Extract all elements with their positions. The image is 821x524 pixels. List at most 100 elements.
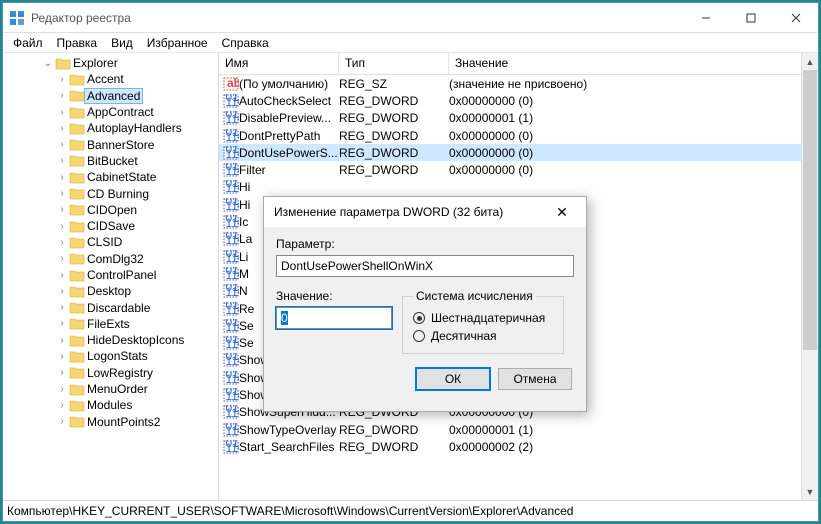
tree-pane[interactable]: ⌄Explorer›Accent›Advanced›AppContract›Au… (3, 53, 219, 500)
chevron-right-icon[interactable]: › (55, 172, 69, 183)
minimize-button[interactable] (683, 3, 728, 32)
maximize-button[interactable] (728, 3, 773, 32)
dialog-close-button[interactable]: ✕ (542, 204, 582, 221)
tree-item[interactable]: ›BannerStore (13, 136, 218, 152)
chevron-right-icon[interactable]: › (55, 237, 69, 248)
list-row[interactable]: 011110Hi (219, 179, 818, 196)
list-row[interactable]: 011110ShowTypeOverlayREG_DWORD0x00000001… (219, 421, 818, 438)
chevron-right-icon[interactable]: › (55, 123, 69, 134)
list-row[interactable]: 011110FilterREG_DWORD0x00000000 (0) (219, 161, 818, 178)
tree-item[interactable]: ›MountPoints2 (13, 414, 218, 430)
chevron-right-icon[interactable]: › (55, 74, 69, 85)
cell-value: 0x00000001 (1) (449, 111, 818, 125)
tree-item[interactable]: ›Discardable (13, 299, 218, 315)
tree-item[interactable]: ›CabinetState (13, 169, 218, 185)
tree-item[interactable]: ›FileExts (13, 316, 218, 332)
folder-icon (69, 268, 85, 282)
col-type[interactable]: Тип (339, 53, 449, 74)
list-row[interactable]: 011110Start_SearchFilesREG_DWORD0x000000… (219, 438, 818, 455)
col-name[interactable]: Имя (219, 53, 339, 74)
chevron-right-icon[interactable]: › (55, 318, 69, 329)
chevron-right-icon[interactable]: › (55, 204, 69, 215)
tree-item[interactable]: ›ComDlg32 (13, 251, 218, 267)
scroll-down-icon[interactable]: ▼ (802, 483, 818, 500)
chevron-right-icon[interactable]: › (55, 188, 69, 199)
chevron-right-icon[interactable]: › (55, 367, 69, 378)
folder-icon (69, 333, 85, 347)
tree-item[interactable]: ›ControlPanel (13, 267, 218, 283)
radio-hex[interactable]: Шестнадцатеричная (413, 309, 553, 327)
cancel-button[interactable]: Отмена (498, 368, 572, 390)
binary-value-icon: 011110 (219, 232, 239, 246)
list-row[interactable]: 011110AutoCheckSelectREG_DWORD0x00000000… (219, 92, 818, 109)
tree-item[interactable]: ›Modules (13, 397, 218, 413)
cell-type: REG_DWORD (339, 129, 449, 143)
menu-view[interactable]: Вид (105, 36, 139, 50)
window-title: Редактор реестра (31, 11, 683, 25)
tree-item[interactable]: ›Accent (13, 71, 218, 87)
folder-icon (69, 170, 85, 184)
chevron-right-icon[interactable]: › (55, 90, 69, 101)
tree-item[interactable]: ›CLSID (13, 234, 218, 250)
tree-item[interactable]: ›BitBucket (13, 153, 218, 169)
tree-item[interactable]: ›Advanced (13, 88, 218, 104)
chevron-right-icon[interactable]: › (55, 335, 69, 346)
folder-icon (69, 415, 85, 429)
col-value[interactable]: Значение (449, 53, 818, 74)
list-row[interactable]: 011110DisablePreview...REG_DWORD0x000000… (219, 110, 818, 127)
cell-name: Filter (239, 163, 339, 177)
group-label: Система исчисления (413, 289, 536, 303)
chevron-right-icon[interactable]: › (55, 302, 69, 313)
list-row[interactable]: 011110DontPrettyPathREG_DWORD0x00000000 … (219, 127, 818, 144)
chevron-right-icon[interactable]: › (55, 416, 69, 427)
chevron-right-icon[interactable]: › (55, 107, 69, 118)
chevron-right-icon[interactable]: › (55, 351, 69, 362)
list-row[interactable]: ab(По умолчанию)REG_SZ(значение не присв… (219, 75, 818, 92)
tree-item[interactable]: ›HideDesktopIcons (13, 332, 218, 348)
tree-item[interactable]: ›CIDOpen (13, 202, 218, 218)
cell-type: REG_DWORD (339, 440, 449, 454)
ok-button[interactable]: ОК (416, 368, 490, 390)
tree-item[interactable]: ›AppContract (13, 104, 218, 120)
menu-file[interactable]: Файл (7, 36, 49, 50)
chevron-right-icon[interactable]: › (55, 155, 69, 166)
chevron-right-icon[interactable]: › (55, 139, 69, 150)
cell-value: (значение не присвоено) (449, 77, 818, 91)
value-field[interactable] (276, 307, 392, 329)
binary-value-icon: 011110 (219, 440, 239, 454)
chevron-right-icon[interactable]: › (55, 384, 69, 395)
chevron-right-icon[interactable]: › (55, 253, 69, 264)
tree-item[interactable]: ›LogonStats (13, 348, 218, 364)
scroll-up-icon[interactable]: ▲ (802, 53, 818, 70)
tree-item[interactable]: ›MenuOrder (13, 381, 218, 397)
chevron-right-icon[interactable]: › (55, 400, 69, 411)
tree-item-root[interactable]: ⌄Explorer (13, 55, 218, 71)
cell-name: AutoCheckSelect (239, 94, 339, 108)
menu-edit[interactable]: Правка (51, 36, 104, 50)
close-button[interactable] (773, 3, 818, 32)
tree-item[interactable]: ›CD Burning (13, 185, 218, 201)
tree-item[interactable]: ›LowRegistry (13, 365, 218, 381)
titlebar: Редактор реестра (3, 3, 818, 33)
tree-item[interactable]: ›CIDSave (13, 218, 218, 234)
tree-item[interactable]: ›AutoplayHandlers (13, 120, 218, 136)
svg-text:110: 110 (226, 216, 240, 229)
cell-value: 0x00000002 (2) (449, 440, 818, 454)
folder-icon (69, 252, 85, 266)
chevron-right-icon[interactable]: › (55, 286, 69, 297)
svg-text:110: 110 (226, 233, 240, 246)
chevron-right-icon[interactable]: › (55, 270, 69, 281)
radio-dec[interactable]: Десятичная (413, 327, 553, 345)
svg-text:110: 110 (226, 147, 240, 160)
param-field[interactable] (276, 255, 574, 277)
folder-icon (69, 235, 85, 249)
binary-value-icon: 011110 (219, 146, 239, 160)
list-scrollbar[interactable]: ▲ ▼ (801, 53, 818, 500)
chevron-right-icon[interactable]: › (55, 221, 69, 232)
menu-help[interactable]: Справка (216, 36, 275, 50)
menu-favorites[interactable]: Избранное (141, 36, 214, 50)
scroll-thumb[interactable] (803, 70, 817, 350)
chevron-down-icon[interactable]: ⌄ (41, 58, 55, 69)
list-row[interactable]: 011110DontUsePowerS...REG_DWORD0x0000000… (219, 144, 818, 161)
tree-item[interactable]: ›Desktop (13, 283, 218, 299)
